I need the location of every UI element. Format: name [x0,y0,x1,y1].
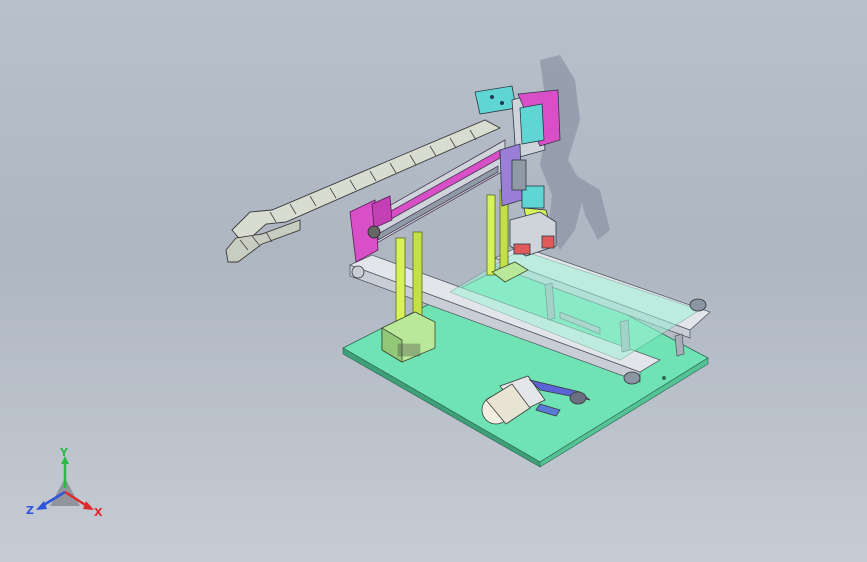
z-axis-label: Z [26,504,34,517]
assembly-model[interactable] [0,0,867,562]
cad-viewport[interactable]: Y Z X [0,0,867,562]
coordinate-triad[interactable]: Y Z X [20,448,110,528]
y-axis-label: Y [59,448,69,459]
x-axis-arrow [83,501,94,510]
x-axis-label: X [94,506,103,519]
z-axis-arrow [36,501,47,510]
